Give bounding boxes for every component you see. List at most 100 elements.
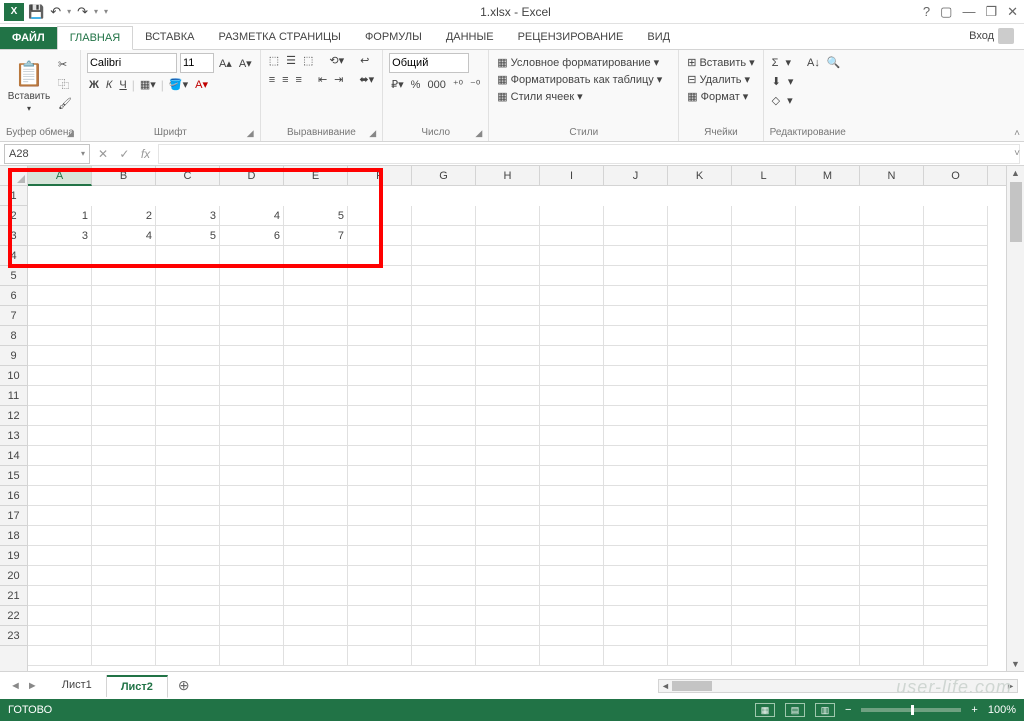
cell[interactable] <box>604 506 668 526</box>
cell[interactable] <box>924 646 988 666</box>
cell[interactable] <box>220 586 284 606</box>
decrease-indent-icon[interactable]: ⇤ <box>316 72 329 87</box>
cell[interactable] <box>668 426 732 446</box>
cell[interactable] <box>284 306 348 326</box>
cell[interactable] <box>924 466 988 486</box>
cell[interactable] <box>476 346 540 366</box>
cell[interactable] <box>412 586 476 606</box>
cell[interactable] <box>668 506 732 526</box>
cell[interactable] <box>604 246 668 266</box>
cell[interactable] <box>476 526 540 546</box>
cell[interactable] <box>476 246 540 266</box>
cell[interactable] <box>476 326 540 346</box>
cell[interactable] <box>732 626 796 646</box>
cell[interactable] <box>348 446 412 466</box>
cell[interactable] <box>924 626 988 646</box>
cell[interactable] <box>604 566 668 586</box>
cell[interactable] <box>668 346 732 366</box>
cell[interactable] <box>860 326 924 346</box>
cell[interactable] <box>604 446 668 466</box>
format-cells-button[interactable]: ▦ Формат ▾ <box>685 89 750 104</box>
cell[interactable] <box>92 546 156 566</box>
cell[interactable] <box>28 346 92 366</box>
cell[interactable] <box>348 306 412 326</box>
row-header[interactable]: 9 <box>0 346 27 366</box>
cell[interactable] <box>348 426 412 446</box>
cell[interactable] <box>924 366 988 386</box>
cell[interactable] <box>924 566 988 586</box>
row-header[interactable]: 10 <box>0 366 27 386</box>
cell[interactable] <box>476 226 540 246</box>
cell[interactable] <box>476 446 540 466</box>
column-header[interactable]: N <box>860 166 924 185</box>
cell[interactable] <box>476 386 540 406</box>
align-middle-icon[interactable]: ☰ <box>284 53 298 68</box>
font-color-icon[interactable]: A▾ <box>193 77 210 92</box>
cell[interactable] <box>540 446 604 466</box>
cell[interactable] <box>476 286 540 306</box>
increase-indent-icon[interactable]: ⇥ <box>332 72 345 87</box>
cell[interactable] <box>156 446 220 466</box>
cell[interactable] <box>348 586 412 606</box>
cell[interactable] <box>28 606 92 626</box>
cell[interactable] <box>796 246 860 266</box>
cell[interactable] <box>668 486 732 506</box>
row-header[interactable]: 16 <box>0 486 27 506</box>
tab-вставка[interactable]: ВСТАВКА <box>133 26 206 49</box>
cell[interactable] <box>220 386 284 406</box>
cell[interactable] <box>220 346 284 366</box>
cell[interactable] <box>348 526 412 546</box>
cell[interactable] <box>92 286 156 306</box>
cell[interactable] <box>92 346 156 366</box>
cell[interactable] <box>220 546 284 566</box>
cell[interactable] <box>476 366 540 386</box>
cell[interactable] <box>220 626 284 646</box>
cell[interactable] <box>220 366 284 386</box>
cell[interactable] <box>284 466 348 486</box>
cell[interactable] <box>604 626 668 646</box>
cell[interactable] <box>28 326 92 346</box>
enter-formula-icon[interactable]: ✓ <box>115 147 133 161</box>
cell[interactable] <box>860 586 924 606</box>
align-right-icon[interactable]: ≡ <box>294 73 304 87</box>
cell[interactable] <box>668 306 732 326</box>
bold-button[interactable]: Ж <box>87 78 101 92</box>
cell[interactable] <box>924 426 988 446</box>
cell[interactable] <box>156 606 220 626</box>
cell[interactable] <box>604 606 668 626</box>
row-header[interactable]: 23 <box>0 626 27 646</box>
cell[interactable] <box>668 266 732 286</box>
cell[interactable] <box>476 206 540 226</box>
cell[interactable] <box>924 306 988 326</box>
shrink-font-icon[interactable]: A▾ <box>237 56 254 71</box>
cell[interactable]: 4 <box>220 206 284 226</box>
column-header[interactable]: C <box>156 166 220 185</box>
cell[interactable] <box>924 506 988 526</box>
cell[interactable] <box>796 506 860 526</box>
cell[interactable] <box>92 506 156 526</box>
insert-cells-button[interactable]: ⊞ Вставить ▾ <box>685 55 756 70</box>
cell[interactable] <box>604 286 668 306</box>
cell[interactable] <box>28 586 92 606</box>
cell[interactable] <box>604 426 668 446</box>
cell[interactable] <box>796 606 860 626</box>
cell[interactable] <box>924 346 988 366</box>
cell[interactable] <box>156 426 220 446</box>
cell[interactable] <box>92 246 156 266</box>
alignment-launcher-icon[interactable]: ◢ <box>369 128 376 139</box>
cell[interactable] <box>156 566 220 586</box>
fx-icon[interactable]: fx <box>137 147 154 161</box>
cell[interactable] <box>540 206 604 226</box>
cell[interactable] <box>860 366 924 386</box>
zoom-slider[interactable] <box>861 708 961 712</box>
cell[interactable] <box>348 366 412 386</box>
cell[interactable] <box>540 306 604 326</box>
column-header[interactable]: G <box>412 166 476 185</box>
cell[interactable] <box>540 466 604 486</box>
cell[interactable] <box>348 206 412 226</box>
cell[interactable]: 3 <box>28 226 92 246</box>
cell[interactable] <box>28 246 92 266</box>
cell[interactable]: 5 <box>284 206 348 226</box>
cell[interactable] <box>668 406 732 426</box>
scroll-up-icon[interactable]: ▲ <box>1011 166 1020 180</box>
